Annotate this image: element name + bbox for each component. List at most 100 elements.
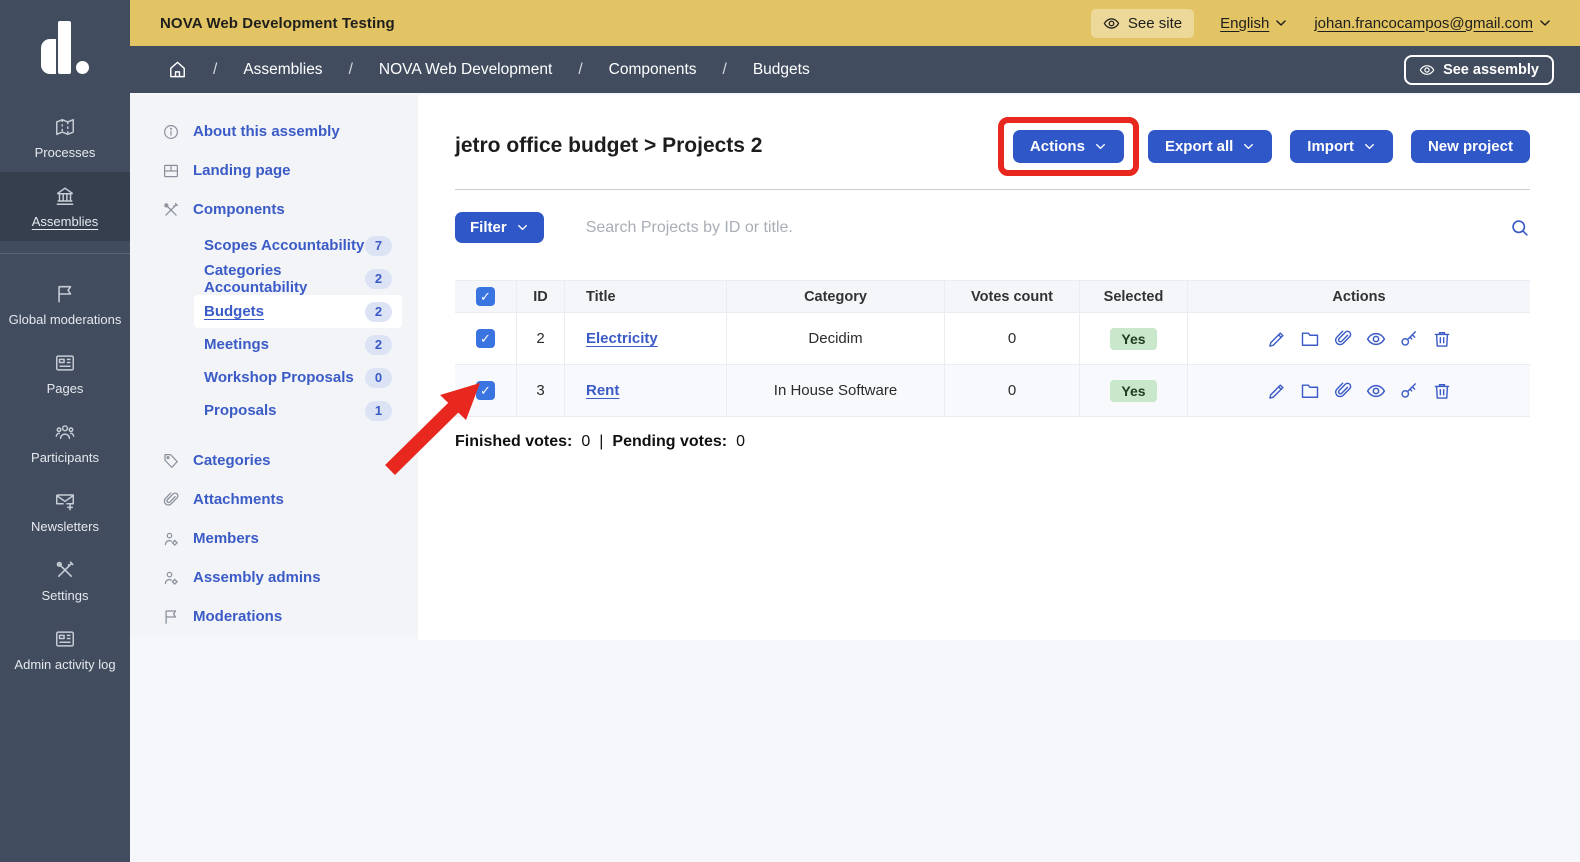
subnav-item-components[interactable]: Components (130, 190, 418, 229)
language-selector[interactable]: English (1220, 15, 1288, 32)
sidebar-item-processes[interactable]: Processes (0, 103, 130, 172)
assembly-sidebar: About this assembly Landing page Compone… (130, 95, 418, 637)
subnav-item-about-this-assembly[interactable]: About this assembly (130, 112, 418, 151)
tools-icon (162, 201, 180, 219)
user-settings-icon (162, 530, 180, 548)
count-badge: 2 (365, 269, 392, 289)
sidebar-item-assemblies[interactable]: Assemblies (0, 172, 130, 241)
home-icon[interactable] (168, 60, 187, 79)
subnav-item-categories[interactable]: Categories (130, 441, 418, 480)
map-icon (54, 116, 76, 138)
team-icon (54, 421, 76, 443)
filter-button[interactable]: Filter (455, 212, 544, 243)
search-input[interactable] (586, 219, 1498, 237)
selected-badge: Yes (1110, 328, 1156, 350)
search-icon[interactable] (1510, 218, 1530, 238)
import-button[interactable]: Import (1290, 130, 1393, 163)
finished-votes-label: Finished votes: (455, 433, 572, 451)
new-project-button[interactable]: New project (1411, 130, 1530, 163)
newspaper-icon (54, 628, 76, 650)
breadcrumb-assemblies[interactable]: Assemblies (243, 61, 322, 79)
mail-add-icon (54, 490, 76, 512)
newspaper-icon (54, 352, 76, 374)
subnav-item-proposals[interactable]: Proposals 1 (130, 394, 418, 427)
subnav-item-scopes-accountability[interactable]: Scopes Accountability 7 (130, 229, 418, 262)
header-id: ID (517, 281, 565, 312)
cell-id: 3 (517, 365, 565, 416)
count-badge: 2 (365, 302, 392, 322)
tools-icon (54, 559, 76, 581)
header-votes-count: Votes count (945, 281, 1080, 312)
info-icon (162, 123, 180, 141)
see-site-link[interactable]: See site (1091, 9, 1194, 38)
chevron-down-icon (516, 221, 529, 234)
page-title: jetro office budget > Projects 2 (455, 134, 762, 158)
pending-votes-label: Pending votes: (612, 433, 727, 451)
project-link-rent[interactable]: Rent (586, 382, 619, 399)
trash-icon[interactable] (1432, 381, 1452, 401)
projects-table: ID Title Category Votes count Selected A… (455, 280, 1530, 417)
subnav-item-moderations[interactable]: Moderations (130, 597, 418, 636)
paperclip-icon[interactable] (1333, 381, 1353, 401)
export-all-button[interactable]: Export all (1148, 130, 1272, 163)
subnav-item-categories-accountability[interactable]: Categories Accountability 2 (130, 262, 418, 295)
subnav-item-meetings[interactable]: Meetings 2 (130, 328, 418, 361)
cell-votes: 0 (945, 365, 1080, 416)
table-row-rent: 3 Rent In House Software 0 Yes (455, 365, 1530, 417)
votes-separator: | (599, 433, 603, 451)
see-assembly-button[interactable]: See assembly (1404, 55, 1554, 85)
user-settings-icon (162, 569, 180, 587)
cell-id: 2 (517, 313, 565, 364)
row-actions (1267, 381, 1452, 401)
flag-icon (54, 283, 76, 305)
actions-button[interactable]: Actions (1013, 130, 1124, 163)
breadcrumb-separator: / (578, 61, 582, 79)
organization-title: NOVA Web Development Testing (160, 15, 395, 32)
folder-icon[interactable] (1300, 381, 1320, 401)
subnav-item-workshop-proposals[interactable]: Workshop Proposals 0 (130, 361, 418, 394)
eye-icon[interactable] (1366, 381, 1386, 401)
subnav-item-assembly-admins[interactable]: Assembly admins (130, 558, 418, 597)
main-sidebar: Processes Assemblies Global moderations … (0, 95, 130, 862)
breadcrumb: / Assemblies / NOVA Web Development / Co… (130, 46, 1580, 93)
sidebar-item-pages[interactable]: Pages (0, 339, 130, 408)
header-divider (455, 189, 1530, 190)
breadcrumb-budgets[interactable]: Budgets (753, 61, 810, 79)
trash-icon[interactable] (1432, 329, 1452, 349)
selected-badge: Yes (1110, 380, 1156, 402)
subnav-item-members[interactable]: Members (130, 519, 418, 558)
key-icon[interactable] (1399, 329, 1419, 349)
header-category: Category (727, 281, 945, 312)
chevron-down-icon (1242, 140, 1255, 153)
key-icon[interactable] (1399, 381, 1419, 401)
sidebar-item-settings[interactable]: Settings (0, 546, 130, 615)
breadcrumb-separator: / (213, 61, 217, 79)
select-all-checkbox[interactable] (476, 287, 495, 306)
sidebar-item-newsletters[interactable]: Newsletters (0, 477, 130, 546)
sidebar-item-participants[interactable]: Participants (0, 408, 130, 477)
breadcrumb-nova-web-development[interactable]: NOVA Web Development (379, 61, 552, 79)
eye-icon[interactable] (1366, 329, 1386, 349)
subnav-item-budgets[interactable]: Budgets 2 (194, 295, 402, 328)
chevron-down-icon (1274, 16, 1288, 30)
chevron-down-icon (1363, 140, 1376, 153)
row-checkbox[interactable] (476, 381, 495, 400)
subnav-item-attachments[interactable]: Attachments (130, 480, 418, 519)
eye-icon (1419, 62, 1435, 78)
pencil-icon[interactable] (1267, 381, 1287, 401)
sidebar-item-admin-activity-log[interactable]: Admin activity log (0, 615, 130, 684)
pencil-icon[interactable] (1267, 329, 1287, 349)
row-checkbox[interactable] (476, 329, 495, 348)
count-badge: 2 (365, 335, 392, 355)
breadcrumb-components[interactable]: Components (609, 61, 697, 79)
subnav-item-landing-page[interactable]: Landing page (130, 151, 418, 190)
folder-icon[interactable] (1300, 329, 1320, 349)
see-site-label: See site (1128, 15, 1182, 32)
paperclip-icon[interactable] (1333, 329, 1353, 349)
decidim-logo[interactable] (0, 0, 130, 95)
sidebar-item-global-moderations[interactable]: Global moderations (0, 270, 130, 339)
sidebar-divider (0, 253, 130, 254)
project-link-electricity[interactable]: Electricity (586, 330, 658, 347)
user-menu[interactable]: johan.francocampos@gmail.com (1314, 15, 1552, 32)
cell-category: In House Software (727, 365, 945, 416)
